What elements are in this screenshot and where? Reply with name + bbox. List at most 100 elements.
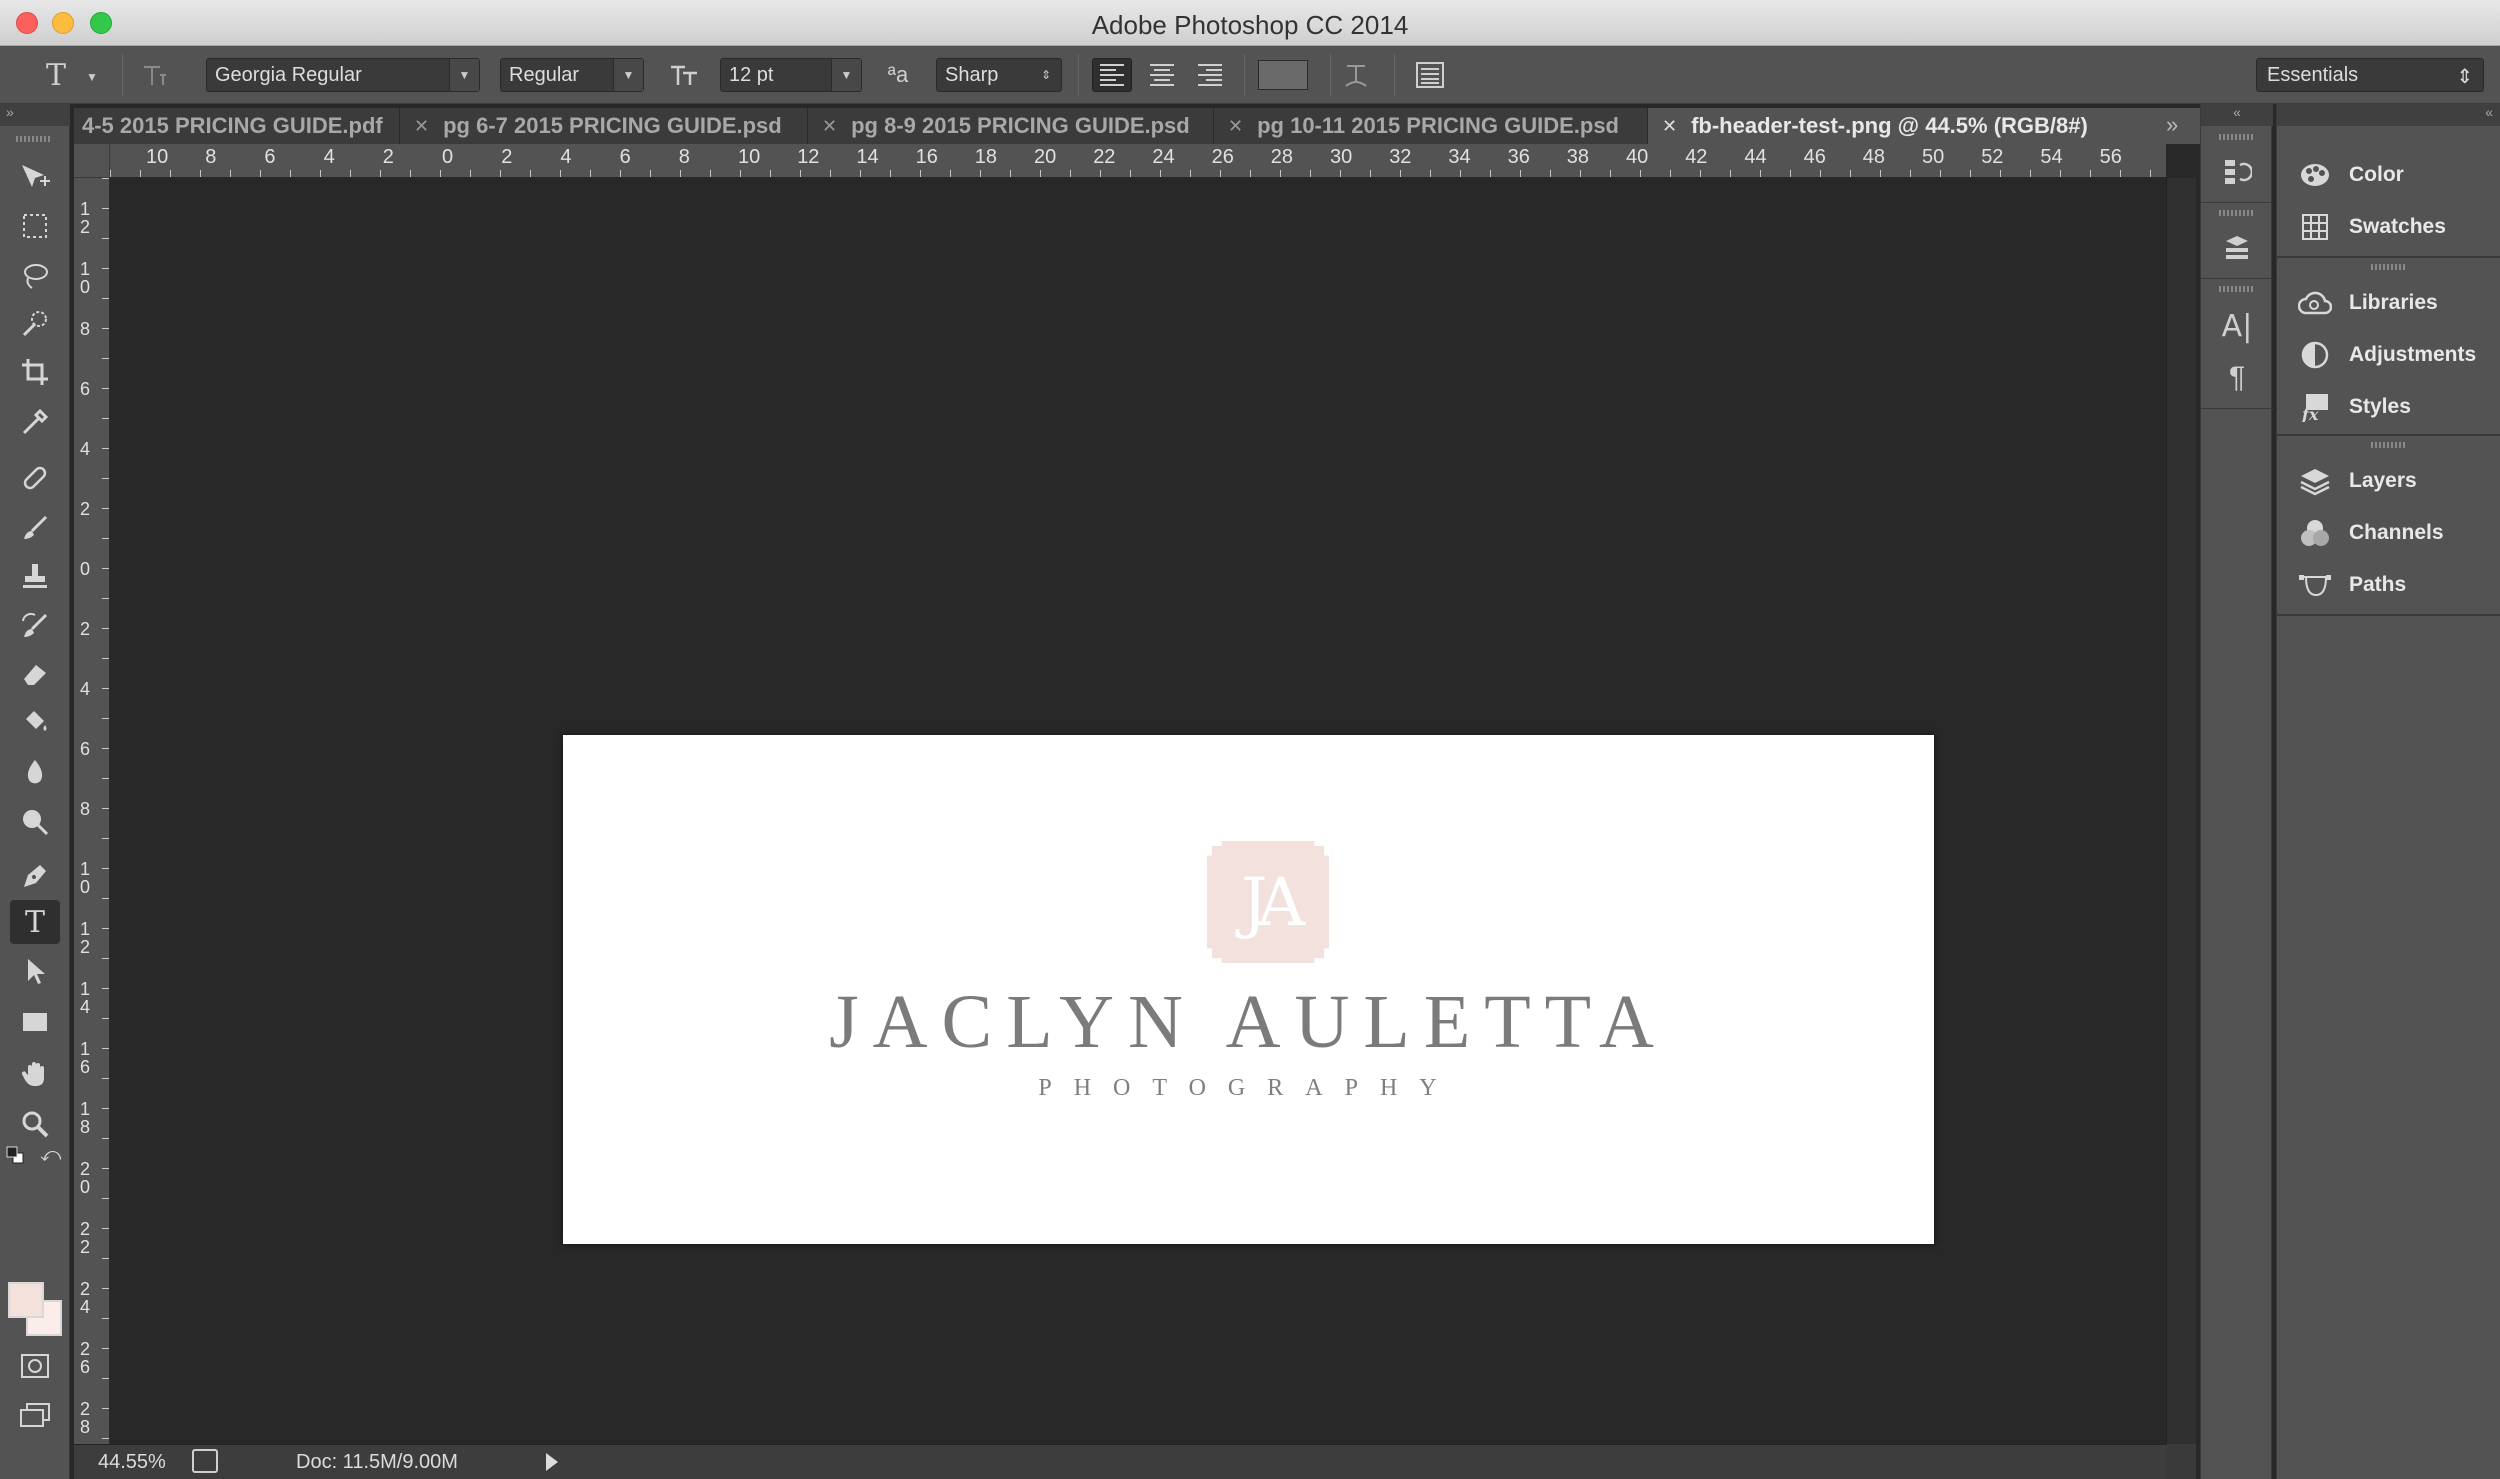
share-icon[interactable] — [192, 1449, 218, 1473]
align-left-icon — [1100, 64, 1124, 86]
ruler-tick-label: 54 — [2040, 146, 2063, 168]
panel-label: Adjustments — [2349, 343, 2477, 366]
font-size-select[interactable]: 12 pt ▼ — [720, 58, 862, 92]
ruler-tick-label: 30 — [1330, 146, 1353, 168]
document-tab-active[interactable]: ✕ fb-header-test-.png @ 44.5% (RGB/8#) — [1648, 108, 2204, 144]
horizontal-ruler[interactable]: 10 8 6 4 2 0 2 4 6 8 10 12 14 16 18 20 22 24 26 28 30 32 34 36 3… — [110, 144, 2166, 178]
close-tab-icon[interactable]: ✕ — [414, 116, 429, 137]
align-right-button[interactable] — [1190, 58, 1230, 92]
ruler-tick-label: 12 — [797, 146, 820, 168]
dock-separator — [2201, 202, 2273, 203]
channels-icon — [2297, 515, 2333, 551]
quick-selection-tool-icon[interactable] — [10, 302, 60, 346]
document-tab[interactable]: 4-5 2015 PRICING GUIDE.pdf — [74, 108, 400, 144]
document-tab[interactable]: ✕ pg 8-9 2015 PRICING GUIDE.psd — [808, 108, 1214, 144]
panel-channels[interactable]: Channels — [2277, 508, 2500, 558]
brush-tool-icon[interactable] — [10, 506, 60, 550]
swap-colors-icon[interactable]: ⤺ — [40, 1144, 61, 1167]
panel-layers[interactable]: Layers — [2277, 456, 2500, 506]
grid-icon — [2297, 209, 2333, 245]
toggle-orientation-icon[interactable] — [136, 58, 172, 92]
close-tab-icon[interactable]: ✕ — [1662, 116, 1677, 137]
close-tab-icon[interactable]: ✕ — [1228, 116, 1243, 137]
warp-text-icon[interactable] — [1338, 58, 1374, 92]
panel-grip[interactable] — [2371, 264, 2407, 270]
panel-color[interactable]: Color — [2277, 150, 2500, 200]
foreground-color-swatch[interactable] — [8, 1282, 44, 1318]
ruler-tick-label: 32 — [1389, 146, 1412, 168]
blur-tool-icon[interactable] — [10, 750, 60, 794]
character-panel-icon[interactable]: A| — [2217, 306, 2257, 346]
dock-grip[interactable] — [2219, 286, 2255, 292]
font-style-select[interactable]: Regular ▼ — [500, 58, 644, 92]
panels-collapse-icon[interactable]: « — [2277, 104, 2500, 126]
panel-styles[interactable]: fx Styles — [2277, 382, 2500, 432]
tab-label: pg 10-11 2015 PRICING GUIDE.psd — [1257, 113, 1619, 138]
ruler-tick-label: 46 — [1803, 146, 1826, 168]
align-left-button[interactable] — [1092, 58, 1132, 92]
pen-tool-icon[interactable] — [10, 854, 60, 898]
eraser-tool-icon[interactable] — [10, 652, 60, 696]
panel-libraries[interactable]: Libraries — [2277, 278, 2500, 328]
font-family-select[interactable]: Georgia Regular ▼ — [206, 58, 480, 92]
healing-brush-tool-icon[interactable] — [10, 456, 60, 500]
dock-grip[interactable] — [2219, 210, 2255, 216]
dock-grip[interactable] — [2219, 134, 2255, 140]
panel-adjustments[interactable]: Adjustments — [2277, 330, 2500, 380]
lasso-tool-icon[interactable] — [10, 254, 60, 298]
toolbox-grip[interactable] — [16, 136, 52, 142]
panel-group-separator — [2277, 434, 2500, 436]
dock-collapse-icon[interactable]: « — [2201, 104, 2273, 126]
zoom-level[interactable]: 44.55% — [98, 1451, 166, 1474]
paint-bucket-tool-icon[interactable] — [10, 700, 60, 744]
ruler-tick-label: 52 — [1981, 146, 2004, 168]
close-tab-icon[interactable]: ✕ — [822, 116, 837, 137]
panels-column: « Color Swatches Libraries Adjustments f… — [2276, 104, 2500, 1479]
ruler-tick-label: 26 — [1211, 146, 1234, 168]
panel-grip[interactable] — [2371, 442, 2407, 448]
workspace-select[interactable]: Essentials ⇕ — [2256, 58, 2484, 92]
ruler-origin[interactable] — [74, 144, 110, 178]
history-panel-icon[interactable] — [2217, 152, 2257, 192]
path-selection-tool-icon[interactable] — [10, 950, 60, 994]
vertical-scrollbar[interactable] — [2166, 178, 2196, 1444]
align-center-button[interactable] — [1142, 58, 1182, 92]
type-tool-icon[interactable]: T — [10, 900, 60, 944]
marquee-tool-icon[interactable] — [10, 204, 60, 248]
default-colors-icon[interactable] — [6, 1146, 24, 1164]
panel-paths[interactable]: Paths — [2277, 560, 2500, 610]
ruler-tick-label: 1 0 — [79, 259, 90, 297]
more-tabs-icon[interactable]: » — [2166, 112, 2178, 138]
canvas-area[interactable]: JA JACLYN AULETTA PHOTOGRAPHY — [110, 178, 2166, 1444]
panel-swatches[interactable]: Swatches — [2277, 202, 2500, 252]
eyedropper-tool-icon[interactable] — [10, 400, 60, 444]
move-tool-icon[interactable] — [10, 156, 60, 200]
paragraph-panel-icon[interactable]: ¶ — [2217, 358, 2257, 398]
preset-chevron-down-icon[interactable]: ▼ — [86, 70, 98, 84]
dodge-tool-icon[interactable] — [10, 800, 60, 844]
toolbox-collapse-icon[interactable]: » — [0, 104, 70, 126]
history-brush-tool-icon[interactable] — [10, 604, 60, 648]
rectangle-tool-icon[interactable] — [10, 1000, 60, 1044]
properties-panel-icon[interactable] — [2217, 228, 2257, 268]
character-panel-toggle-icon[interactable] — [1412, 58, 1448, 92]
document-canvas[interactable]: JA JACLYN AULETTA PHOTOGRAPHY — [563, 735, 1934, 1244]
text-color-swatch[interactable] — [1258, 60, 1308, 90]
type-tool-preset-icon[interactable]: T — [38, 58, 74, 93]
ruler-tick-label: 4 — [560, 146, 572, 168]
hand-tool-icon[interactable] — [10, 1052, 60, 1096]
antialias-select[interactable]: Sharp ⇕ — [936, 58, 1062, 92]
antialias-icon: ªa — [887, 62, 909, 87]
panel-label: Swatches — [2349, 215, 2446, 238]
status-menu-arrow-icon[interactable] — [546, 1453, 558, 1471]
clone-stamp-tool-icon[interactable] — [10, 554, 60, 598]
crop-tool-icon[interactable] — [10, 350, 60, 394]
tab-label: pg 8-9 2015 PRICING GUIDE.psd — [851, 113, 1190, 138]
document-tab[interactable]: ✕ pg 10-11 2015 PRICING GUIDE.psd — [1214, 108, 1648, 144]
svg-text:fx: fx — [2301, 405, 2319, 422]
vertical-ruler[interactable]: 1 2 1 0 8 6 4 2 0 2 4 6 8 1 0 1 2 1 4 1 6 1 8 2 0 2 2 2 4 2… — [74, 178, 110, 1444]
screen-mode-icon[interactable] — [10, 1394, 60, 1438]
zoom-tool-icon[interactable] — [10, 1102, 60, 1146]
document-tab[interactable]: ✕ pg 6-7 2015 PRICING GUIDE.psd — [400, 108, 808, 144]
quick-mask-icon[interactable] — [10, 1344, 60, 1388]
